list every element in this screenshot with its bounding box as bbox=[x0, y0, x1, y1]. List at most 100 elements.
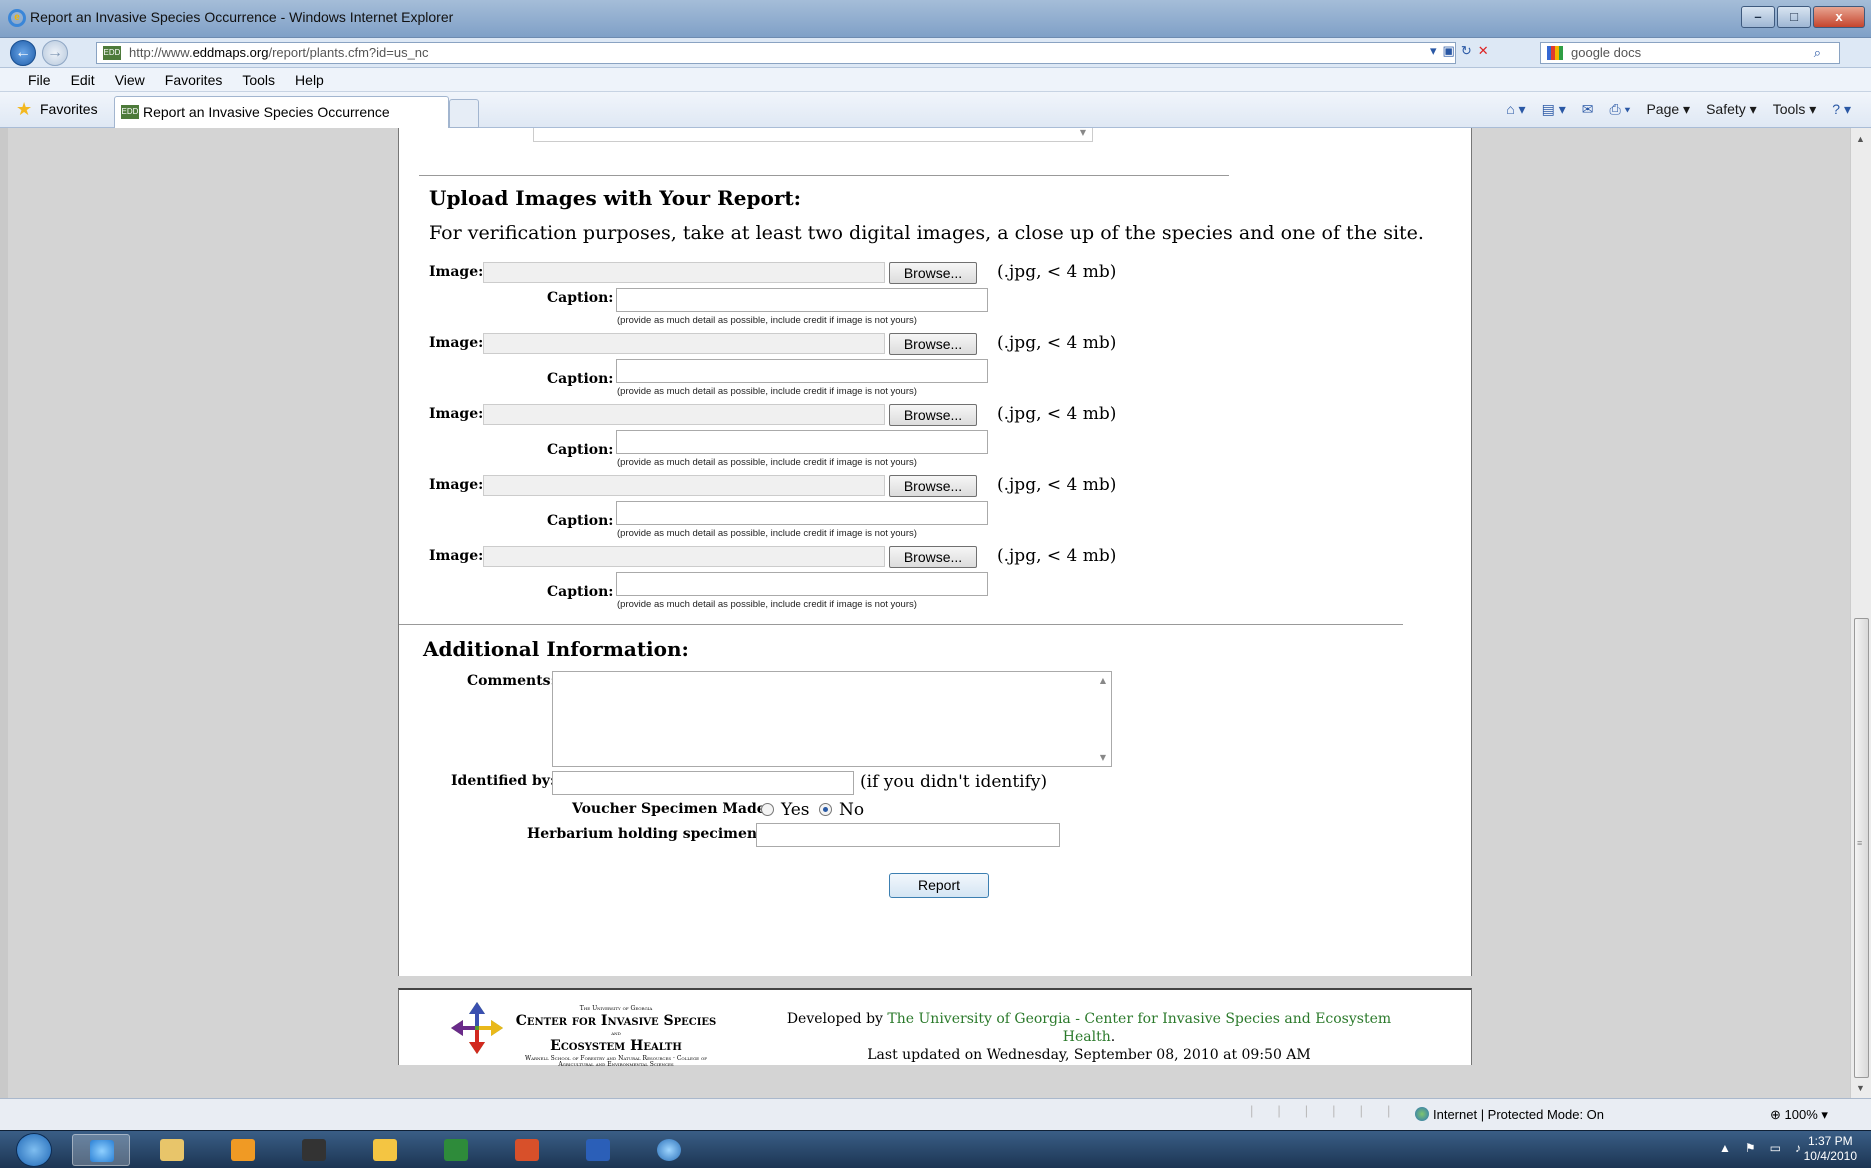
help-icon[interactable]: ? ▾ bbox=[1832, 101, 1851, 118]
image-file-input[interactable] bbox=[483, 333, 885, 354]
taskbar-search[interactable] bbox=[640, 1134, 698, 1166]
image-label: Image: bbox=[429, 335, 484, 351]
menu-file[interactable]: File bbox=[28, 68, 51, 91]
select-arrow-icon: ▼ bbox=[1079, 128, 1086, 137]
outlook-icon bbox=[373, 1139, 397, 1161]
caption-input[interactable] bbox=[616, 288, 988, 312]
caption-help: (provide as much detail as possible, inc… bbox=[617, 457, 917, 468]
page-menu[interactable]: Page ▾ bbox=[1646, 101, 1690, 118]
taskbar-powerpoint[interactable] bbox=[498, 1134, 556, 1166]
taskbar-app[interactable] bbox=[285, 1134, 343, 1166]
ie-logo-icon: e bbox=[8, 9, 26, 27]
comments-label: Comments: bbox=[467, 673, 556, 689]
browse-button[interactable]: Browse... bbox=[889, 404, 977, 426]
page-scrollbar[interactable]: ▲ ≡ ▼ bbox=[1850, 128, 1871, 1098]
print-icon[interactable]: ⎙ ▾ bbox=[1609, 101, 1630, 118]
taskbar-outlook[interactable] bbox=[356, 1134, 414, 1166]
start-button[interactable] bbox=[16, 1133, 52, 1167]
menu-help[interactable]: Help bbox=[295, 68, 324, 91]
voucher-no-radio[interactable] bbox=[819, 803, 832, 816]
caption-input[interactable] bbox=[616, 359, 988, 383]
tools-menu[interactable]: Tools ▾ bbox=[1773, 101, 1817, 118]
favorites-button[interactable]: Favorites bbox=[18, 101, 98, 117]
forward-button[interactable]: → bbox=[42, 40, 68, 66]
menu-favorites[interactable]: Favorites bbox=[165, 68, 223, 91]
address-input[interactable]: EDD http://www.eddmaps.org/report/plants… bbox=[96, 42, 1456, 64]
taskbar-word[interactable] bbox=[569, 1134, 627, 1166]
image-label: Image: bbox=[429, 548, 484, 564]
address-actions: ▾ ▣ ↻ ✕ bbox=[1430, 43, 1489, 59]
scroll-down-icon[interactable]: ▼ bbox=[1100, 753, 1106, 762]
back-button[interactable]: ← bbox=[10, 40, 36, 66]
new-tab-button[interactable] bbox=[449, 99, 479, 128]
refresh-icon[interactable]: ↻ bbox=[1461, 43, 1472, 59]
previous-select-field[interactable]: ▼ bbox=[533, 128, 1093, 142]
compatibility-view-icon[interactable]: ▣ bbox=[1443, 43, 1455, 59]
action-center-icon[interactable]: ⚑ bbox=[1745, 1141, 1756, 1155]
scroll-thumb[interactable] bbox=[1854, 618, 1869, 1078]
dropdown-arrow-icon[interactable]: ▾ bbox=[1430, 43, 1437, 59]
zoom-level[interactable]: ⊕ 100% ▾ bbox=[1770, 1107, 1828, 1123]
search-input[interactable]: google docs ⌕ bbox=[1540, 42, 1840, 64]
word-icon bbox=[586, 1139, 610, 1161]
comments-textarea[interactable]: ▲ ▼ bbox=[552, 671, 1112, 767]
feeds-icon[interactable]: ▤ ▾ bbox=[1542, 101, 1566, 118]
footer-gap bbox=[398, 976, 1472, 988]
caption-input[interactable] bbox=[616, 430, 988, 454]
caption-label: Caption: bbox=[547, 584, 614, 600]
tab-report[interactable]: EDD Report an Invasive Species Occurrenc… bbox=[114, 96, 449, 128]
cises-link[interactable]: The University of Georgia - Center for I… bbox=[887, 1011, 1391, 1045]
menu-tools[interactable]: Tools bbox=[242, 68, 275, 91]
upload-heading: Upload Images with Your Report: bbox=[429, 186, 801, 210]
section-divider bbox=[399, 624, 1403, 625]
safety-menu[interactable]: Safety ▾ bbox=[1706, 101, 1757, 118]
status-bar: | | | | | | Internet | Protected Mode: On ⊕ 1… bbox=[0, 1098, 1871, 1130]
taskbar-explorer[interactable] bbox=[143, 1134, 201, 1166]
taskbar-excel[interactable] bbox=[427, 1134, 485, 1166]
home-icon[interactable]: ⌂ ▾ bbox=[1506, 101, 1525, 118]
image-file-input[interactable] bbox=[483, 475, 885, 496]
mail-icon[interactable]: ✉ bbox=[1582, 101, 1594, 118]
minimize-button[interactable]: – bbox=[1741, 6, 1775, 28]
window-title: Report an Invasive Species Occurrence - … bbox=[30, 9, 454, 25]
caption-label: Caption: bbox=[547, 442, 614, 458]
menu-view[interactable]: View bbox=[115, 68, 145, 91]
caption-input[interactable] bbox=[616, 572, 988, 596]
herbarium-input[interactable] bbox=[756, 823, 1060, 847]
close-button[interactable]: x bbox=[1813, 6, 1865, 28]
scroll-up-icon[interactable]: ▲ bbox=[1100, 676, 1106, 685]
security-zone[interactable]: Internet | Protected Mode: On bbox=[1415, 1107, 1604, 1122]
excel-icon bbox=[444, 1139, 468, 1161]
maximize-button[interactable]: □ bbox=[1777, 6, 1811, 28]
windows-taskbar: ▲ ⚑ ▭ ♪ 1:37 PM 10/4/2010 bbox=[0, 1130, 1871, 1168]
tab-title: Report an Invasive Species Occurrence bbox=[143, 104, 390, 120]
menu-edit[interactable]: Edit bbox=[71, 68, 95, 91]
report-form-page: ▼ Upload Images with Your Report: For ve… bbox=[398, 128, 1472, 976]
taskbar-media[interactable] bbox=[214, 1134, 272, 1166]
volume-icon[interactable]: ♪ bbox=[1795, 1141, 1801, 1155]
taskbar-clock[interactable]: 1:37 PM 10/4/2010 bbox=[1804, 1134, 1857, 1164]
image-file-input[interactable] bbox=[483, 546, 885, 567]
caption-input[interactable] bbox=[616, 501, 988, 525]
tray-expand-icon[interactable]: ▲ bbox=[1719, 1141, 1731, 1155]
image-file-input[interactable] bbox=[483, 262, 885, 283]
voucher-yes-label: Yes bbox=[781, 800, 810, 820]
browse-button[interactable]: Browse... bbox=[889, 262, 977, 284]
taskbar-ie[interactable] bbox=[72, 1134, 130, 1166]
menu-bar: File Edit View Favorites Tools Help bbox=[0, 68, 1871, 92]
stop-icon[interactable]: ✕ bbox=[1478, 43, 1489, 59]
search-icon[interactable]: ⌕ bbox=[1814, 43, 1821, 63]
network-icon[interactable]: ▭ bbox=[1770, 1141, 1781, 1155]
caption-label: Caption: bbox=[547, 371, 614, 387]
scroll-down-arrow-icon[interactable]: ▼ bbox=[1856, 1083, 1865, 1093]
tab-favicon-icon: EDD bbox=[121, 105, 139, 119]
ie-icon bbox=[90, 1140, 114, 1162]
voucher-yes-radio[interactable] bbox=[761, 803, 774, 816]
report-button[interactable]: Report bbox=[889, 873, 989, 898]
scroll-up-arrow-icon[interactable]: ▲ bbox=[1856, 134, 1865, 144]
browse-button[interactable]: Browse... bbox=[889, 546, 977, 568]
image-file-input[interactable] bbox=[483, 404, 885, 425]
browse-button[interactable]: Browse... bbox=[889, 333, 977, 355]
browse-button[interactable]: Browse... bbox=[889, 475, 977, 497]
identified-by-input[interactable] bbox=[552, 771, 854, 795]
